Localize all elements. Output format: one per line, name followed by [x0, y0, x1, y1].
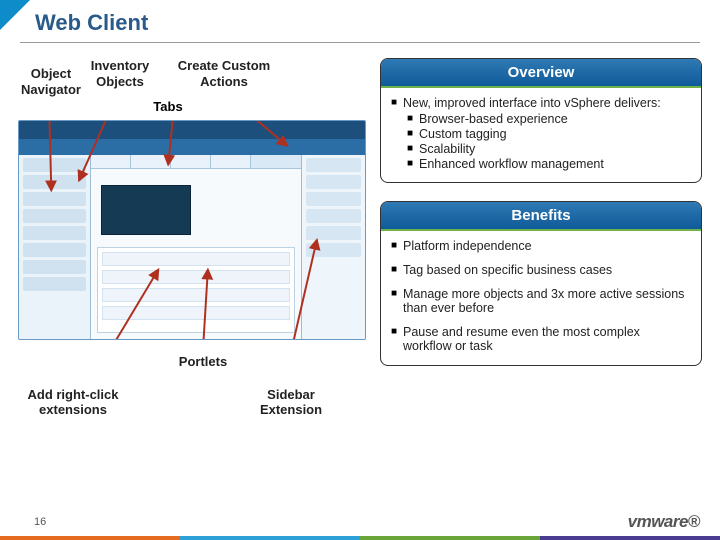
callout-sidebar-extension: Sidebar Extension	[246, 387, 336, 417]
benefit-item: Tag based on specific business cases	[403, 263, 691, 277]
title-divider	[20, 42, 700, 43]
callout-tabs: Tabs	[138, 99, 198, 114]
vmware-logo: vmware®	[628, 512, 700, 532]
callout-portlets: Portlets	[168, 354, 238, 369]
callout-rightclick-extensions: Add right-click extensions	[18, 387, 128, 417]
slide-title: Web Client	[35, 10, 148, 36]
overview-item: Scalability	[419, 142, 691, 156]
left-column: Object Navigator Inventory Objects Creat…	[18, 58, 366, 417]
top-callout-row: Object Navigator Inventory Objects Creat…	[18, 58, 366, 89]
webclient-screenshot	[18, 120, 366, 340]
overview-header: Overview	[381, 59, 701, 88]
footer-color-bar	[0, 536, 720, 540]
right-column: Overview ■ New, improved interface into …	[380, 58, 702, 384]
callout-create-custom-actions: Create Custom Actions	[164, 58, 284, 89]
benefit-item: Manage more objects and 3x more active s…	[403, 287, 691, 315]
overview-panel: Overview ■ New, improved interface into …	[380, 58, 702, 183]
slide-number: 16	[34, 516, 46, 528]
benefits-panel: Benefits ■Platform independence ■Tag bas…	[380, 201, 702, 366]
benefit-item: Pause and resume even the most complex w…	[403, 325, 691, 353]
benefits-body: ■Platform independence ■Tag based on spe…	[381, 231, 701, 359]
bottom-callouts: Portlets Add right-click extensions Side…	[18, 354, 366, 417]
overview-item: Custom tagging	[419, 127, 691, 141]
overview-lead: New, improved interface into vSphere del…	[403, 96, 691, 110]
callout-object-navigator: Object Navigator	[18, 66, 84, 97]
callout-inventory-objects: Inventory Objects	[84, 58, 156, 89]
overview-item: Enhanced workflow management	[419, 157, 691, 171]
overview-body: ■ New, improved interface into vSphere d…	[381, 88, 701, 176]
benefits-header: Benefits	[381, 202, 701, 231]
corner-accent	[0, 0, 30, 30]
benefit-item: Platform independence	[403, 239, 691, 253]
overview-item: Browser-based experience	[419, 112, 691, 126]
